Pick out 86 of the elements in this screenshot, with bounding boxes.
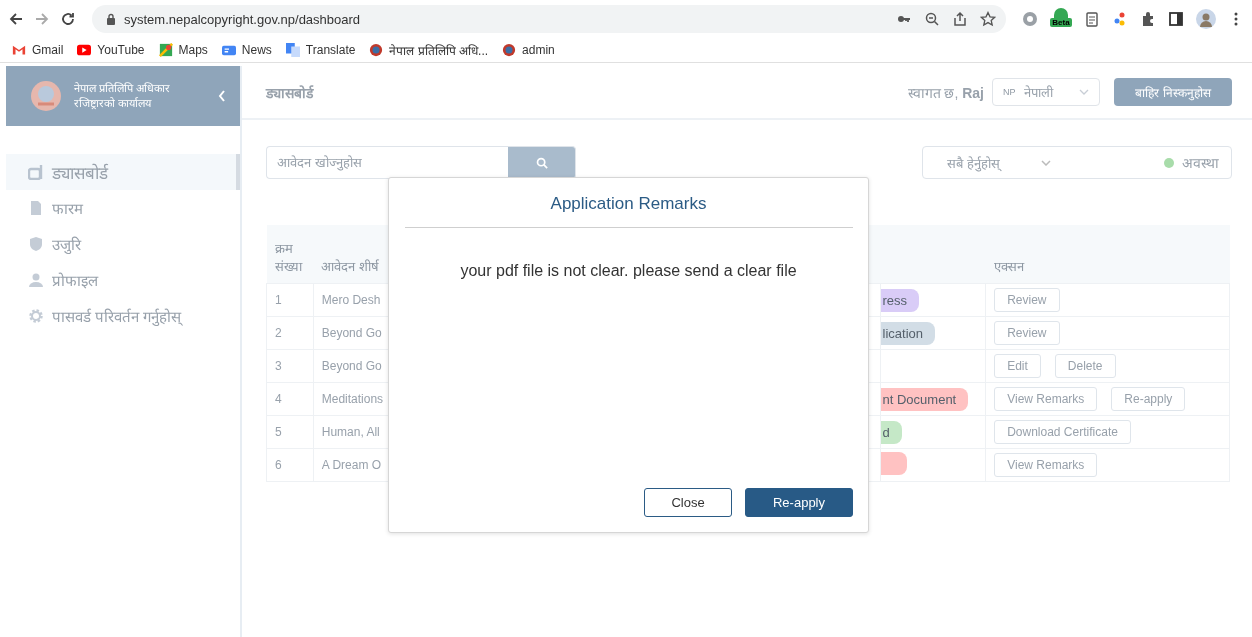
action-button[interactable]: Delete bbox=[1054, 354, 1116, 378]
status-tag: ress bbox=[880, 288, 920, 312]
bookmark-label: YouTube bbox=[97, 43, 145, 57]
status-tag: lication bbox=[880, 321, 935, 345]
bookmark-label: नेपाल प्रतिलिपि अधि... bbox=[389, 42, 489, 59]
emblem-icon bbox=[30, 80, 62, 112]
emblem-icon bbox=[502, 43, 517, 57]
bookmark-label: Translate bbox=[305, 43, 356, 57]
bookmark-label: Gmail bbox=[32, 43, 64, 57]
emblem-icon bbox=[369, 43, 384, 57]
welcome-text: स्वागत छ, Raj bbox=[907, 83, 984, 102]
mail-icon bbox=[12, 43, 26, 57]
gear-icon bbox=[28, 308, 44, 324]
column-header: क्रम संख्या bbox=[266, 225, 314, 284]
beta-badge: Beta bbox=[1050, 18, 1072, 27]
action-button[interactable]: Download Certificate bbox=[994, 420, 1131, 444]
table-cell: 6 bbox=[266, 448, 314, 482]
bookmark[interactable]: नेपाल प्रतिलिपि अधि... bbox=[369, 41, 489, 59]
action-button[interactable]: Review bbox=[994, 321, 1060, 345]
bookmark[interactable]: Translate bbox=[285, 43, 356, 57]
chevron-down-icon bbox=[1079, 89, 1089, 95]
translate-icon bbox=[285, 43, 300, 57]
column-header: एक्सन bbox=[985, 225, 1230, 284]
logout-button[interactable]: बाहिर निस्कनुहोस bbox=[1114, 78, 1232, 106]
reload-icon[interactable] bbox=[60, 11, 76, 27]
sidebar-item[interactable]: ड्यासबोर्ड bbox=[6, 154, 240, 190]
remark-text: your pdf file is not clear. please send a clear file bbox=[460, 262, 797, 280]
avatar-icon[interactable] bbox=[1196, 9, 1216, 29]
sidebar-item[interactable]: उजुरि bbox=[0, 226, 240, 262]
action-button[interactable]: Review bbox=[994, 288, 1060, 312]
address-bar[interactable]: system.nepalcopyright.gov.np/dashboard bbox=[92, 5, 1006, 33]
document-icon bbox=[28, 200, 44, 216]
table-cell: Human, All bbox=[321, 425, 380, 439]
table-cell: 1 bbox=[266, 283, 314, 317]
map-icon bbox=[158, 43, 173, 57]
bookmark-label: Maps bbox=[178, 43, 208, 57]
clipboard-icon[interactable] bbox=[1084, 11, 1100, 27]
status-filter[interactable]: सबै हेर्नुहोस् अवस्था bbox=[922, 146, 1232, 179]
table-cell: Meditations bbox=[321, 392, 384, 406]
sidebar-item[interactable]: पासवर्ड परिवर्तन गर्नुहोस् bbox=[0, 298, 240, 334]
table-cell: 3 bbox=[266, 349, 314, 383]
table-cell: 2 bbox=[266, 316, 314, 350]
table-cell: 5 bbox=[266, 415, 314, 449]
back-icon[interactable] bbox=[8, 11, 24, 27]
language-select[interactable]: NP नेपाली bbox=[992, 78, 1100, 106]
status-tag: d bbox=[880, 420, 902, 444]
side-panel-icon[interactable] bbox=[1168, 11, 1184, 27]
zoom-out-icon[interactable] bbox=[924, 11, 940, 27]
table-cell: Mero Desh bbox=[321, 293, 381, 307]
user-icon bbox=[28, 272, 44, 288]
close-button[interactable]: Close bbox=[644, 488, 732, 517]
reapply-button[interactable]: Re-apply bbox=[745, 488, 853, 517]
action-button[interactable]: View Remarks bbox=[994, 387, 1098, 411]
bookmark[interactable]: Gmail bbox=[12, 43, 64, 57]
lock-icon bbox=[106, 13, 116, 25]
bookmark[interactable]: YouTube bbox=[77, 43, 145, 57]
table-cell: Beyond Go bbox=[321, 359, 382, 373]
extensions-icon[interactable] bbox=[1140, 11, 1156, 27]
star-icon[interactable] bbox=[980, 11, 996, 27]
play-icon bbox=[77, 43, 92, 57]
bookmark-label: News bbox=[241, 43, 272, 57]
action-button[interactable]: View Remarks bbox=[994, 453, 1098, 477]
column-header: आवेदन शीर्ष bbox=[321, 259, 379, 274]
action-button[interactable]: Re-apply bbox=[1111, 387, 1186, 411]
bookmark[interactable]: admin bbox=[502, 43, 555, 57]
sidebar-item[interactable]: प्रोफाइल bbox=[0, 262, 240, 298]
status-dot bbox=[1164, 157, 1174, 168]
table-cell: 4 bbox=[266, 382, 314, 416]
bookmark[interactable]: News bbox=[221, 43, 272, 57]
table-cell: A Dream O bbox=[321, 458, 382, 472]
table-cell: Beyond Go bbox=[321, 326, 382, 340]
share-icon[interactable] bbox=[952, 11, 968, 27]
bookmark[interactable]: Maps bbox=[158, 43, 208, 57]
chevron-down-icon bbox=[1041, 159, 1051, 166]
dialog-title: Application Remarks bbox=[550, 194, 707, 214]
sidebar-item[interactable]: फारम bbox=[0, 190, 240, 226]
status-tag: nt Document bbox=[880, 387, 969, 411]
page-title: ड्यासबोर्ड bbox=[266, 83, 313, 102]
news-icon bbox=[221, 43, 236, 57]
extension-circle-icon[interactable] bbox=[1022, 11, 1038, 27]
status-label: अवस्था bbox=[1182, 154, 1219, 172]
organization-name: नेपाल प्रतिलिपि अधिकार रजिष्ट्रारको कार्यालय bbox=[74, 81, 172, 111]
url-text: system.nepalcopyright.gov.np/dashboard bbox=[124, 11, 361, 27]
bookmark-label: admin bbox=[522, 43, 555, 57]
action-button[interactable]: Edit bbox=[994, 354, 1041, 378]
shield-icon bbox=[28, 236, 44, 252]
